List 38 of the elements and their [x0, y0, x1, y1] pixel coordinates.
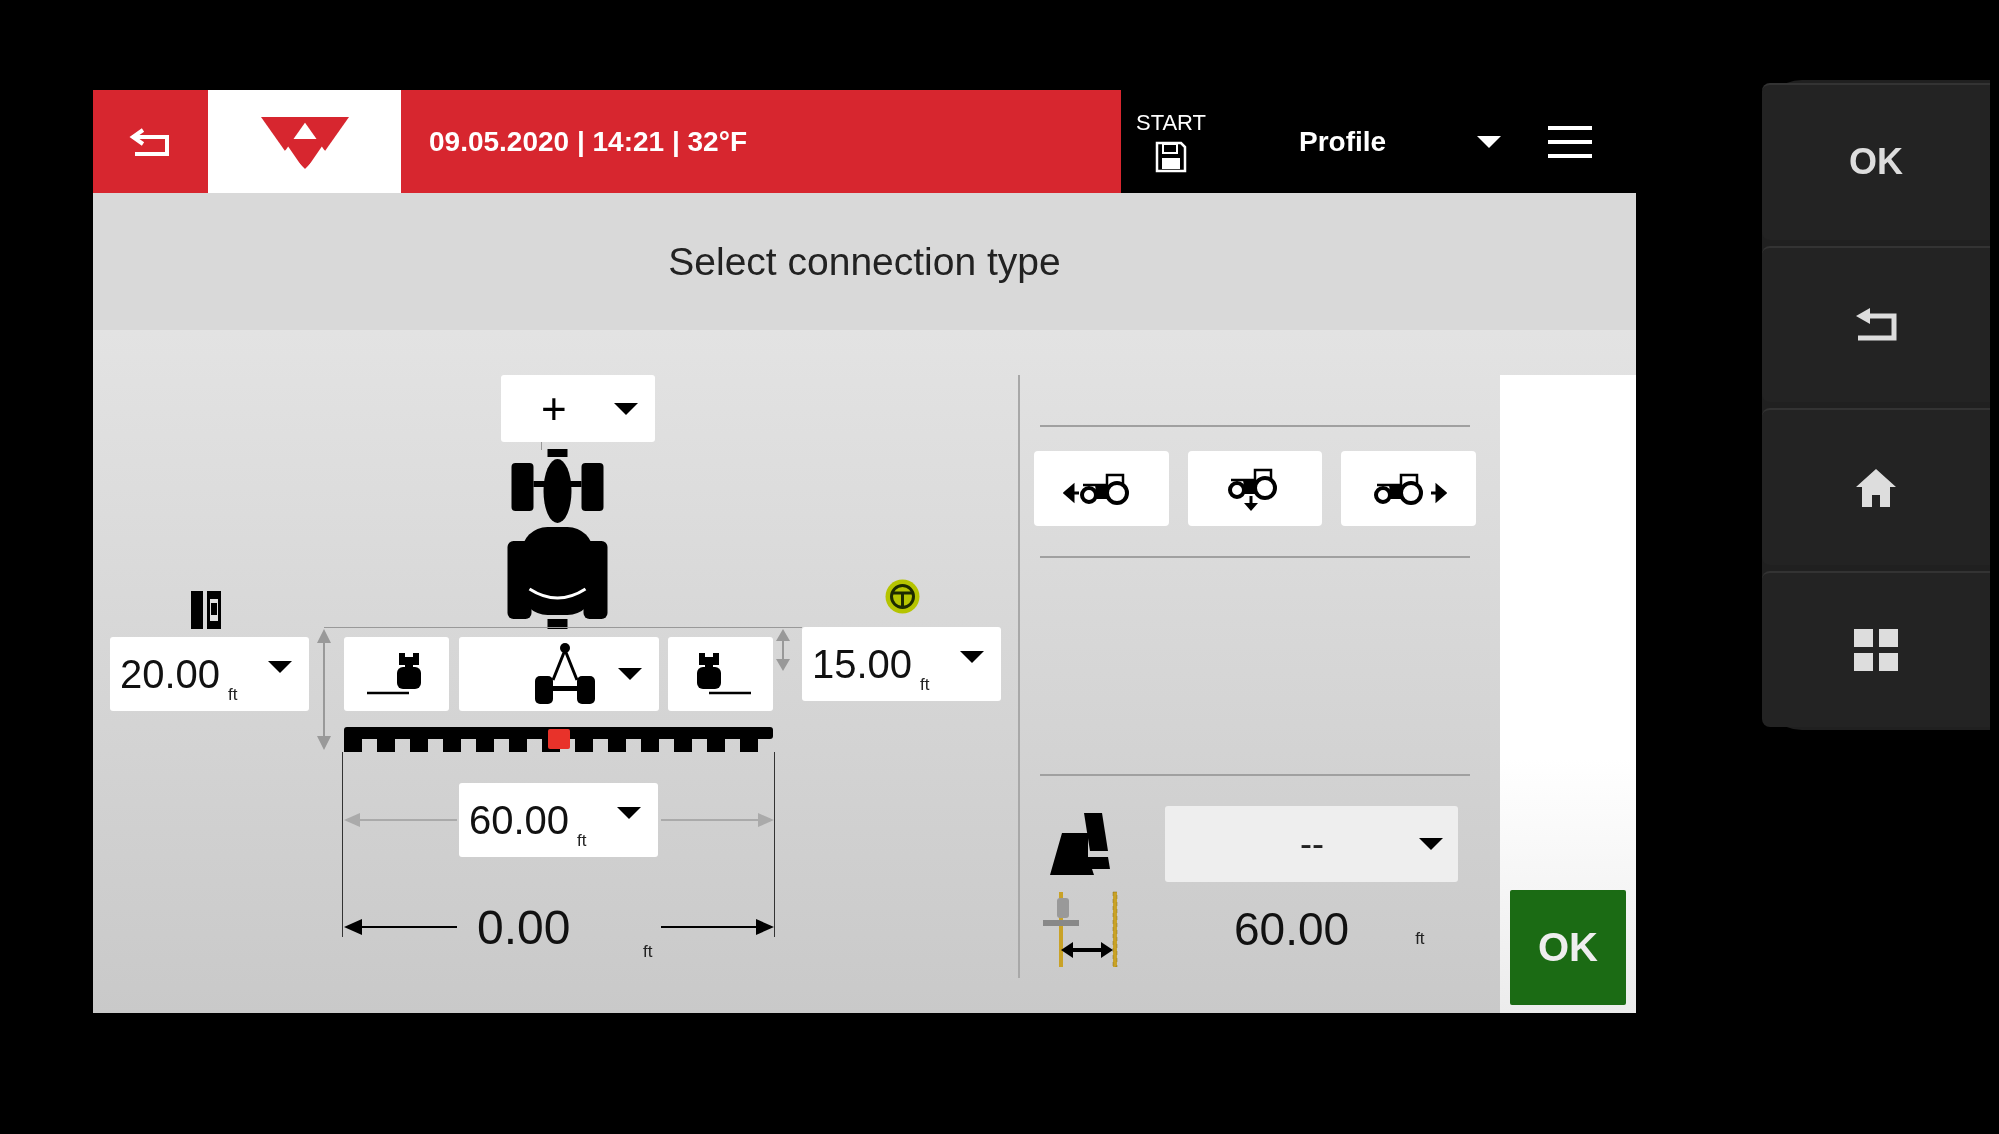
rear-left-connection-button[interactable] — [1034, 451, 1169, 526]
caret-icon — [617, 666, 643, 682]
ok-button[interactable]: OK — [1510, 890, 1626, 1005]
rear-down-connection-button[interactable] — [1187, 451, 1323, 526]
total-width-value: 0.00 — [477, 900, 571, 955]
trailer-hitch-icon — [533, 642, 597, 706]
hitch-dropdown[interactable] — [459, 637, 659, 711]
apps-key[interactable] — [1762, 570, 1990, 727]
back-button[interactable] — [93, 90, 208, 193]
caret-icon — [613, 400, 639, 417]
caret-icon — [1476, 133, 1503, 150]
back-arrow-icon — [1854, 307, 1898, 342]
caret-icon — [267, 659, 293, 675]
menu-icon — [1548, 123, 1593, 160]
field-plots-icon — [1048, 811, 1110, 877]
offset-arrow — [776, 627, 790, 673]
start-button[interactable]: START — [1133, 109, 1209, 174]
unit-label: ft — [1415, 929, 1425, 949]
add-dropdown[interactable]: + — [501, 375, 655, 442]
right-mount-button[interactable] — [668, 637, 773, 711]
menu-button[interactable] — [1548, 123, 1593, 160]
caret-icon — [1418, 836, 1444, 852]
save-icon — [1154, 139, 1188, 174]
home-icon — [1856, 467, 1896, 508]
unit-label: ft — [643, 942, 653, 962]
date-time-text: 09.05.2020 | 14:21 | 32°F — [429, 125, 747, 158]
left-mount-button[interactable] — [344, 637, 449, 711]
caret-icon — [616, 805, 642, 821]
grid-icon — [1854, 628, 1898, 671]
caret-icon — [959, 649, 985, 665]
steering-wheel-icon — [884, 578, 921, 615]
headland-dropdown[interactable]: -- — [1165, 806, 1458, 882]
track-width-value: 60.00 — [1234, 901, 1350, 956]
implement-offset-icon — [191, 589, 223, 629]
rear-right-connection-button[interactable] — [1341, 451, 1476, 526]
screen-title: Select connection type — [668, 239, 1061, 284]
profile-dropdown[interactable]: Profile — [1299, 125, 1503, 158]
tractor-top-view-icon — [506, 449, 609, 629]
